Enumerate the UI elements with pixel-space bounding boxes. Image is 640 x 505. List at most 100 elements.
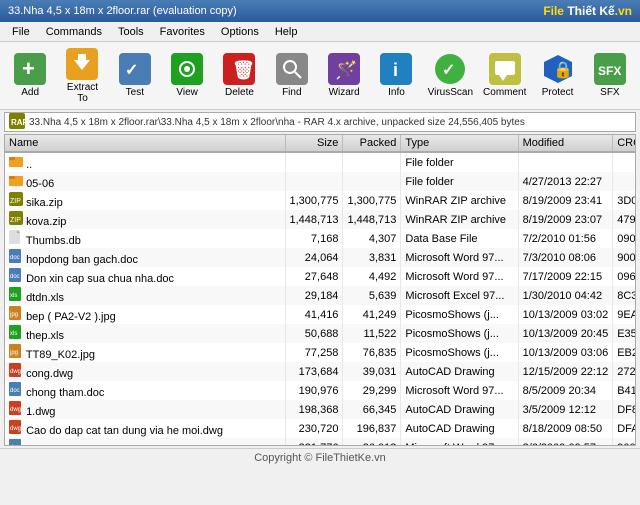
file-packed	[343, 152, 401, 172]
extractTo-button[interactable]: Extract To	[58, 47, 106, 105]
table-row[interactable]: doc ND23_2009_1236126594921.doc 331,776 …	[5, 438, 635, 445]
col-header-modified[interactable]: Modified	[518, 135, 613, 152]
file-type: AutoCAD Drawing	[401, 419, 518, 438]
file-name: doc hopdong ban gach.doc	[5, 248, 285, 267]
sfx-label: SFX	[600, 87, 619, 98]
menu-item-favorites[interactable]: Favorites	[152, 24, 213, 40]
col-header-name[interactable]: Name	[5, 135, 285, 152]
table-row[interactable]: xls dtdn.xls 29,184 5,639 Microsoft Exce…	[5, 286, 635, 305]
extractTo-icon	[66, 48, 98, 80]
protect-label: Protect	[542, 87, 574, 98]
file-modified: 10/13/2009 03:06	[518, 343, 613, 362]
file-crc: DF849653	[613, 400, 635, 419]
file-type: File folder	[401, 172, 518, 191]
test-button[interactable]: ✓ Test	[111, 47, 159, 105]
svg-text:doc: doc	[10, 274, 20, 280]
menu-bar: FileCommandsToolsFavoritesOptionsHelp	[0, 22, 640, 42]
svg-text:🗑: 🗑	[232, 60, 255, 80]
col-header-size[interactable]: Size	[285, 135, 343, 152]
table-row[interactable]: doc chong tham.doc 190,976 29,299 Micros…	[5, 381, 635, 400]
file-size	[285, 172, 343, 191]
file-modified: 12/15/2009 22:12	[518, 362, 613, 381]
file-name: ZIP kova.zip	[5, 210, 285, 229]
file-name: doc Don xin cap sua chua nha.doc	[5, 267, 285, 286]
file-size	[285, 152, 343, 172]
file-size: 190,976	[285, 381, 343, 400]
table-row[interactable]: dwg 1.dwg 198,368 66,345 AutoCAD Drawing…	[5, 400, 635, 419]
svg-text:xls: xls	[10, 331, 17, 337]
find-label: Find	[282, 87, 301, 98]
toolbar: + Add Extract To ✓ Test View 🗑 Delete Fi…	[0, 42, 640, 110]
file-modified: 7/3/2010 08:06	[518, 248, 613, 267]
col-header-crc[interactable]: CRC32	[613, 135, 635, 152]
file-name: 05-06	[5, 172, 285, 191]
file-modified: 8/5/2009 20:34	[518, 381, 613, 400]
window-title: 33.Nha 4,5 x 18m x 2floor.rar (evaluatio…	[8, 5, 237, 17]
col-header-packed[interactable]: Packed	[343, 135, 401, 152]
table-row[interactable]: dwg Cao do dap cat tan dung via he moi.d…	[5, 419, 635, 438]
file-modified: 1/30/2010 04:42	[518, 286, 613, 305]
file-icon: ZIP	[9, 216, 23, 228]
sfx-button[interactable]: SFX SFX	[586, 47, 634, 105]
protect-button[interactable]: 🔒 Protect	[533, 47, 581, 105]
svg-text:jpg: jpg	[9, 312, 18, 318]
view-icon	[171, 53, 203, 85]
virusScan-icon: ✓	[434, 53, 466, 85]
menu-item-tools[interactable]: Tools	[110, 24, 152, 40]
svg-text:+: +	[22, 56, 35, 81]
delete-icon: 🗑	[223, 53, 255, 85]
svg-text:doc: doc	[10, 255, 20, 261]
file-size: 7,168	[285, 229, 343, 248]
menu-item-options[interactable]: Options	[213, 24, 267, 40]
file-name: ..	[5, 152, 285, 172]
svg-text:dwg: dwg	[10, 407, 21, 413]
file-size: 230,720	[285, 419, 343, 438]
find-button[interactable]: Find	[268, 47, 316, 105]
table-row[interactable]: xls thep.xls 50,688 11,522 PicosmoShows …	[5, 324, 635, 343]
file-type: WinRAR ZIP archive	[401, 210, 518, 229]
virusScan-button[interactable]: ✓ VirusScan	[425, 47, 476, 105]
info-button[interactable]: i Info	[372, 47, 420, 105]
table-row[interactable]: ZIP kova.zip 1,448,713 1,448,713 WinRAR …	[5, 210, 635, 229]
copyright-text: Copyright © FileThietKe.vn	[254, 452, 386, 464]
table-row[interactable]: 05-06 File folder 4/27/2013 22:27	[5, 172, 635, 191]
table-row[interactable]: jpg TT89_K02.jpg 77,258 76,835 PicosmoSh…	[5, 343, 635, 362]
comment-button[interactable]: Comment	[480, 47, 529, 105]
table-row[interactable]: .. File folder	[5, 152, 635, 172]
file-modified: 7/17/2009 22:15	[518, 267, 613, 286]
menu-item-file[interactable]: File	[4, 24, 38, 40]
file-packed: 196,837	[343, 419, 401, 438]
file-packed	[343, 172, 401, 191]
file-crc	[613, 172, 635, 191]
test-label: Test	[126, 87, 144, 98]
wizard-icon: 🪄	[328, 53, 360, 85]
wizard-button[interactable]: 🪄 Wizard	[320, 47, 368, 105]
file-size: 41,416	[285, 305, 343, 324]
table-row[interactable]: Thumbs.db 7,168 4,307 Data Base File 7/2…	[5, 229, 635, 248]
file-icon: doc	[9, 254, 23, 266]
table-row[interactable]: jpg bep ( PA2-V2 ).jpg 41,416 41,249 Pic…	[5, 305, 635, 324]
file-modified: 8/18/2009 08:50	[518, 419, 613, 438]
menu-item-commands[interactable]: Commands	[38, 24, 110, 40]
view-button[interactable]: View	[163, 47, 211, 105]
delete-button[interactable]: 🗑 Delete	[215, 47, 263, 105]
menu-item-help[interactable]: Help	[267, 24, 306, 40]
file-icon: dwg	[9, 368, 23, 380]
file-type: AutoCAD Drawing	[401, 400, 518, 419]
col-header-type[interactable]: Type	[401, 135, 518, 152]
svg-text:RAR: RAR	[11, 118, 25, 127]
table-row[interactable]: doc Don xin cap sua chua nha.doc 27,648 …	[5, 267, 635, 286]
file-type: Data Base File	[401, 229, 518, 248]
address-path: 33.Nha 4,5 x 18m x 2floor.rar\33.Nha 4,5…	[29, 117, 525, 128]
file-modified: 10/13/2009 20:45	[518, 324, 613, 343]
svg-text:dwg: dwg	[10, 369, 21, 375]
add-button[interactable]: + Add	[6, 47, 54, 105]
delete-label: Delete	[225, 87, 254, 98]
file-table: Name Size Packed Type Modified CRC32 .. …	[5, 135, 635, 445]
file-packed: 76,835	[343, 343, 401, 362]
table-row[interactable]: doc hopdong ban gach.doc 24,064 3,831 Mi…	[5, 248, 635, 267]
table-row[interactable]: dwg cong.dwg 173,684 39,031 AutoCAD Draw…	[5, 362, 635, 381]
file-modified: 8/19/2009 23:07	[518, 210, 613, 229]
file-name: xls thep.xls	[5, 324, 285, 343]
table-row[interactable]: ZIP sika.zip 1,300,775 1,300,775 WinRAR …	[5, 191, 635, 210]
